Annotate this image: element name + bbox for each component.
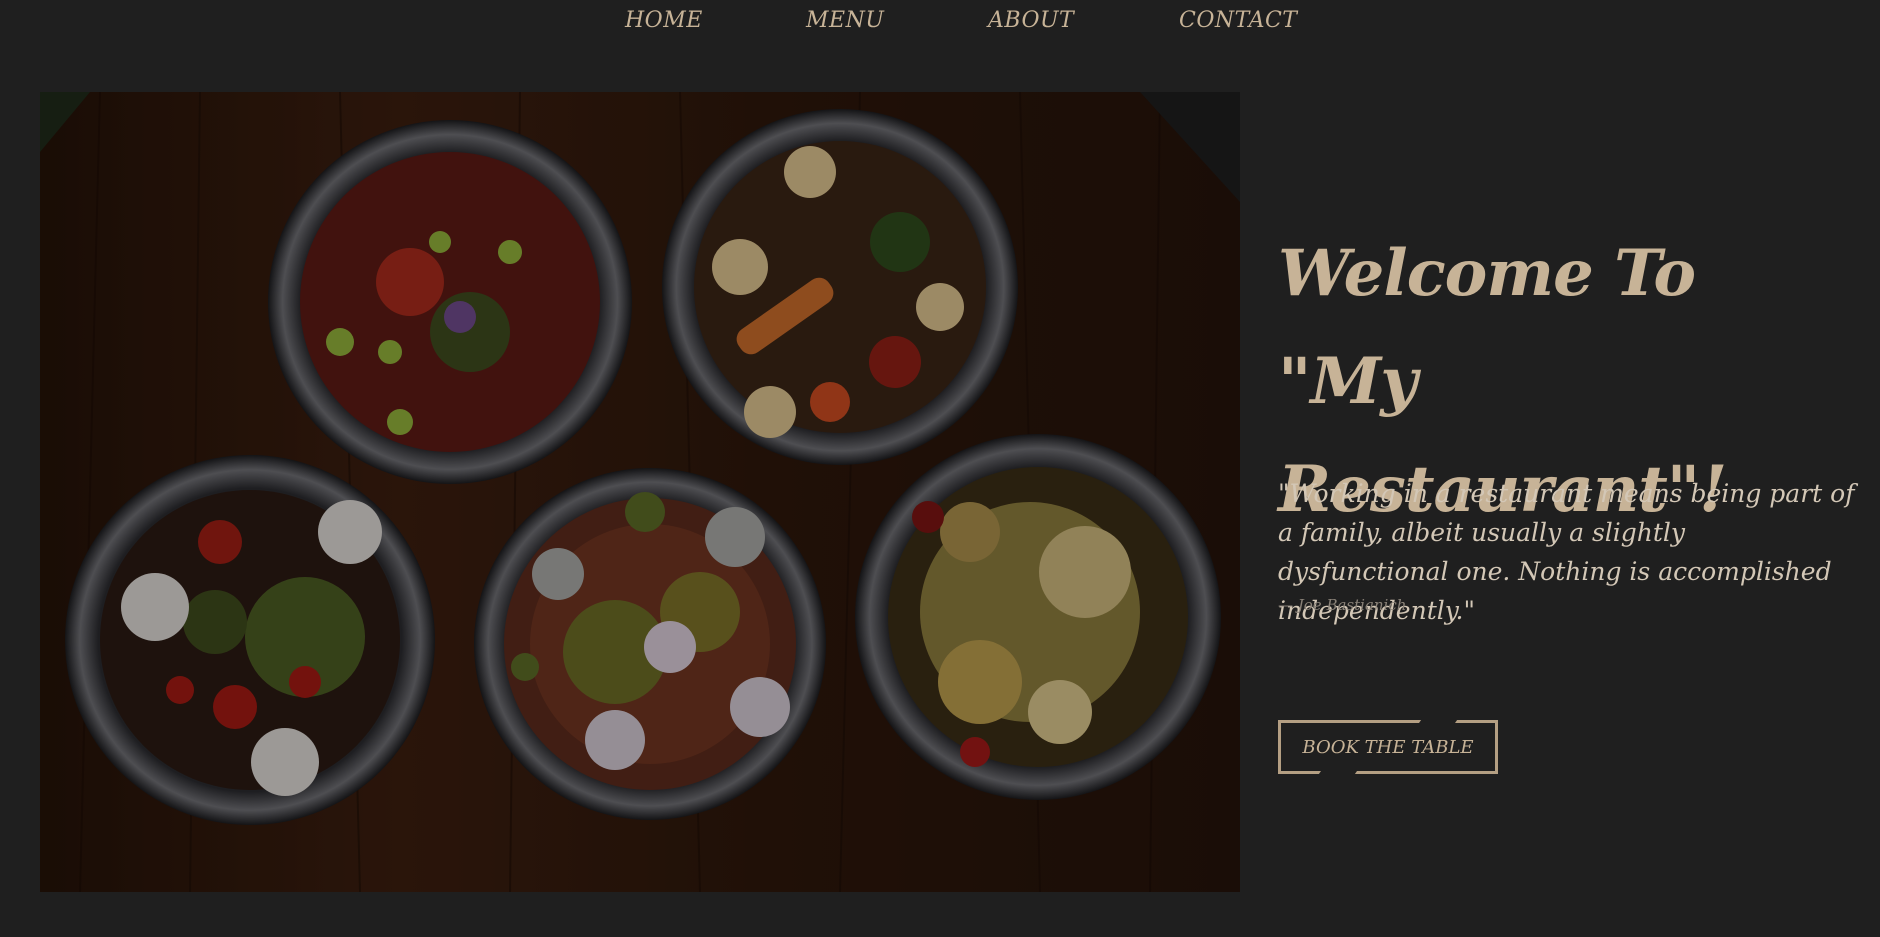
book-table-button[interactable]: BOOK THE TABLE xyxy=(1278,720,1498,774)
button-notch-bottom xyxy=(1318,768,1360,774)
nav-about[interactable]: ABOUT xyxy=(988,8,1074,33)
nav-menu[interactable]: MENU xyxy=(806,8,884,33)
nav-contact[interactable]: CONTACT xyxy=(1179,8,1297,33)
top-nav: HOME MENU ABOUT CONTACT xyxy=(0,0,1880,48)
quote-author: — Joe Bastianich xyxy=(1278,596,1407,614)
button-notch-top xyxy=(1416,720,1458,726)
book-table-label: BOOK THE TABLE xyxy=(1302,736,1474,758)
nav-home[interactable]: HOME xyxy=(625,8,703,33)
hero-food-image xyxy=(40,92,1240,892)
food-bowls-illustration xyxy=(40,92,1240,892)
welcome-line-1: Welcome To xyxy=(1278,236,1696,311)
